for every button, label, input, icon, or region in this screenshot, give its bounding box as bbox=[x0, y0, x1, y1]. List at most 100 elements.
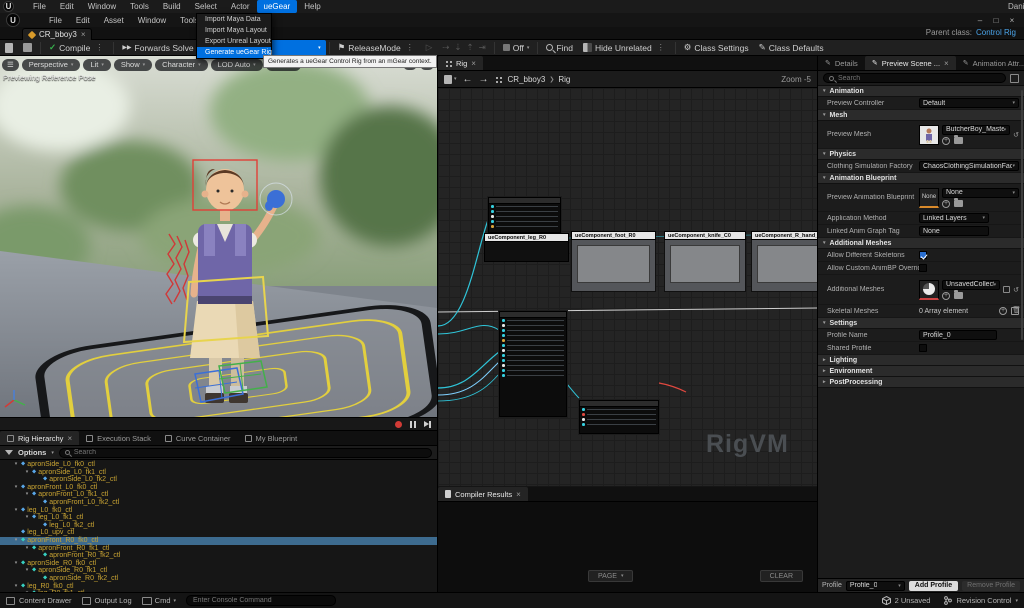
expander-icon[interactable]: ▾ bbox=[24, 545, 30, 553]
graph-node[interactable]: ueComponent_foot_R0 bbox=[571, 231, 656, 292]
output-log-button[interactable]: Output Log bbox=[82, 596, 132, 605]
find-button[interactable]: Find bbox=[541, 40, 578, 56]
class-defaults-button[interactable]: ✎ Class Defaults bbox=[754, 40, 829, 56]
details-search[interactable] bbox=[823, 73, 1006, 83]
parent-class-link[interactable]: Control Rig bbox=[976, 28, 1016, 37]
panel-tab[interactable]: Curve Container bbox=[158, 431, 238, 445]
section-animation-blueprint[interactable]: ▾Animation Blueprint bbox=[818, 173, 1024, 184]
expander-icon[interactable]: ▾ bbox=[24, 567, 30, 575]
reset-icon[interactable]: ↺ bbox=[1013, 131, 1019, 139]
tree-item[interactable]: ▾ ⬥ apronSide_L0_fk0_ctl bbox=[0, 461, 437, 469]
expander-icon[interactable]: ▾ bbox=[13, 583, 19, 591]
tree-item[interactable]: ▾ ⬥ apronSide_R0_fk1_ctl bbox=[0, 567, 437, 575]
step-forward-icon[interactable] bbox=[424, 421, 429, 427]
forward-icon[interactable]: → bbox=[479, 74, 489, 85]
compile-button[interactable]: ✓ Compile⋮ bbox=[44, 40, 110, 56]
tab-close-icon[interactable]: × bbox=[471, 59, 476, 68]
tree-item[interactable]: ▾ ⬥ apronSide_L0_fk1_ctl bbox=[0, 469, 437, 477]
console-input-box[interactable] bbox=[186, 595, 336, 606]
use-selected-icon[interactable]: + bbox=[942, 292, 950, 300]
tree-item[interactable]: ▾ ⬥ apronSide_R0_fk0_ctl bbox=[0, 560, 437, 568]
preview-mesh-dropdown[interactable]: ButcherBoy_Master▾ bbox=[942, 125, 1010, 135]
release-mode-button[interactable]: ⚑ ReleaseMode⋮ bbox=[333, 40, 421, 56]
tree-item[interactable]: ⬥ leg_L0_upv_ctl bbox=[0, 529, 437, 537]
menu-item[interactable]: ueGear bbox=[257, 0, 298, 13]
asset-tab-close-icon[interactable]: × bbox=[81, 30, 86, 39]
clothing-factory-dropdown[interactable]: ChaosClothingSimulationFactor▾ bbox=[919, 161, 1019, 171]
lod-dropdown[interactable]: LOD Auto▾ bbox=[211, 59, 263, 71]
viewport-menu-button[interactable]: ☰ bbox=[2, 59, 19, 71]
details-tab[interactable]: ✎ Preview Scene ... × bbox=[865, 56, 956, 70]
unsaved-button[interactable]: 2 Unsaved bbox=[882, 596, 931, 605]
menu-item[interactable]: Help bbox=[297, 0, 327, 13]
tree-item[interactable]: ▾ ⬥ leg_R0_fk0_ctl bbox=[0, 583, 437, 591]
details-tab[interactable]: ✎ Details bbox=[818, 56, 865, 70]
library-icon[interactable] bbox=[444, 75, 452, 84]
section-lighting[interactable]: ▸Lighting bbox=[818, 355, 1024, 366]
tree-item[interactable]: ▾ ⬥ apronFront_L0_fk1_ctl bbox=[0, 491, 437, 499]
menu-item[interactable]: File bbox=[42, 14, 69, 27]
browse-asset-icon[interactable] bbox=[954, 200, 963, 207]
close-button[interactable]: × bbox=[1004, 14, 1020, 26]
uegear-menu-item[interactable]: Import Maya Data bbox=[197, 14, 271, 25]
menu-item[interactable]: File bbox=[26, 0, 53, 13]
browse-asset-icon[interactable] bbox=[954, 292, 963, 299]
tab-close-icon[interactable]: × bbox=[516, 490, 521, 499]
tab-close-icon[interactable]: × bbox=[67, 434, 72, 443]
linked-anim-tag-input[interactable]: None bbox=[919, 226, 989, 236]
menu-item[interactable]: Window bbox=[131, 14, 173, 27]
use-selected-icon[interactable]: + bbox=[942, 200, 950, 208]
section-physics[interactable]: ▾Physics bbox=[818, 149, 1024, 160]
debug-pointer-button[interactable]: ▷ bbox=[421, 40, 438, 56]
expander-icon[interactable]: ▾ bbox=[13, 560, 19, 568]
perspective-dropdown[interactable]: Perspective▾ bbox=[22, 59, 81, 71]
expander-icon[interactable]: ▾ bbox=[13, 484, 19, 492]
tree-item[interactable]: ⬥ apronSide_L0_fk2_ctl bbox=[0, 476, 437, 484]
section-additional-meshes[interactable]: ▾Additional Meshes bbox=[818, 238, 1024, 249]
tree-item[interactable]: ▾ ⬥ leg_L0_fk1_ctl bbox=[0, 514, 437, 522]
details-scrollbar[interactable] bbox=[1021, 90, 1023, 340]
section-postprocessing[interactable]: ▸PostProcessing bbox=[818, 377, 1024, 388]
profile-name-input[interactable]: Profile_0 bbox=[919, 330, 997, 340]
browse-button[interactable] bbox=[18, 40, 37, 56]
cmd-dropdown[interactable]: Cmd▾ bbox=[142, 596, 176, 605]
animbp-dropdown[interactable]: None▾ bbox=[942, 188, 1019, 198]
tree-item[interactable]: ⬥ apronFront_R0_fk2_ctl bbox=[0, 552, 437, 560]
details-tab[interactable]: ✎ Animation Attr... bbox=[956, 56, 1024, 70]
expander-icon[interactable]: ▾ bbox=[13, 507, 19, 515]
animbp-thumbnail[interactable]: None bbox=[919, 188, 939, 208]
section-animation[interactable]: ▾Animation bbox=[818, 86, 1024, 97]
menu-item[interactable]: Edit bbox=[69, 14, 97, 27]
section-mesh[interactable]: ▾Mesh bbox=[818, 110, 1024, 121]
reset-icon[interactable]: ↺ bbox=[1013, 286, 1019, 294]
tree-item[interactable]: ⬥ apronSide_R0_fk2_ctl bbox=[0, 575, 437, 583]
profile-dropdown[interactable]: Profile_0▾ bbox=[846, 581, 905, 591]
expander-icon[interactable]: ▾ bbox=[24, 469, 30, 477]
expander-icon[interactable]: ▾ bbox=[24, 491, 30, 499]
menu-item[interactable]: Asset bbox=[97, 14, 131, 27]
graph-node[interactable]: ueComponent_knife_C0 bbox=[664, 231, 746, 292]
save-button[interactable] bbox=[0, 40, 18, 56]
lit-dropdown[interactable]: Lit▾ bbox=[83, 59, 110, 71]
expander-icon[interactable]: ▾ bbox=[13, 537, 19, 545]
section-settings[interactable]: ▾Settings bbox=[818, 318, 1024, 329]
asset-tab-cr-bboy3[interactable]: CR_bboy3 × bbox=[22, 28, 92, 40]
preview-mesh-thumbnail[interactable] bbox=[919, 125, 939, 145]
breadcrumb[interactable]: CR_bboy3 ❯ Rig bbox=[508, 75, 571, 84]
execution-mode-dropdown[interactable]: Off▾ bbox=[498, 40, 535, 56]
menu-item[interactable]: Tools bbox=[123, 0, 156, 13]
panel-tab[interactable]: My Blueprint bbox=[238, 431, 305, 445]
tree-item[interactable]: ▾ ⬥ apronFront_L0_fk0_ctl bbox=[0, 484, 437, 492]
console-input[interactable] bbox=[193, 597, 329, 604]
debug-step-buttons[interactable]: ⇢ ⇣ ⇡ ⇥ bbox=[437, 40, 491, 56]
additional-meshes-dropdown[interactable]: UnsavedCollection▾ bbox=[942, 280, 1000, 290]
tab-close-icon[interactable]: × bbox=[944, 59, 949, 68]
expander-icon[interactable]: ▾ bbox=[13, 461, 19, 469]
hierarchy-search-input[interactable] bbox=[74, 449, 426, 456]
menu-item[interactable]: Window bbox=[81, 0, 123, 13]
details-search-input[interactable] bbox=[838, 75, 1000, 82]
maximize-button[interactable]: □ bbox=[988, 14, 1004, 26]
tree-item[interactable]: ▾ ⬥ leg_L0_fk0_ctl bbox=[0, 507, 437, 515]
menu-item[interactable]: Actor bbox=[224, 0, 257, 13]
panel-tab[interactable]: Execution Stack bbox=[79, 431, 158, 445]
